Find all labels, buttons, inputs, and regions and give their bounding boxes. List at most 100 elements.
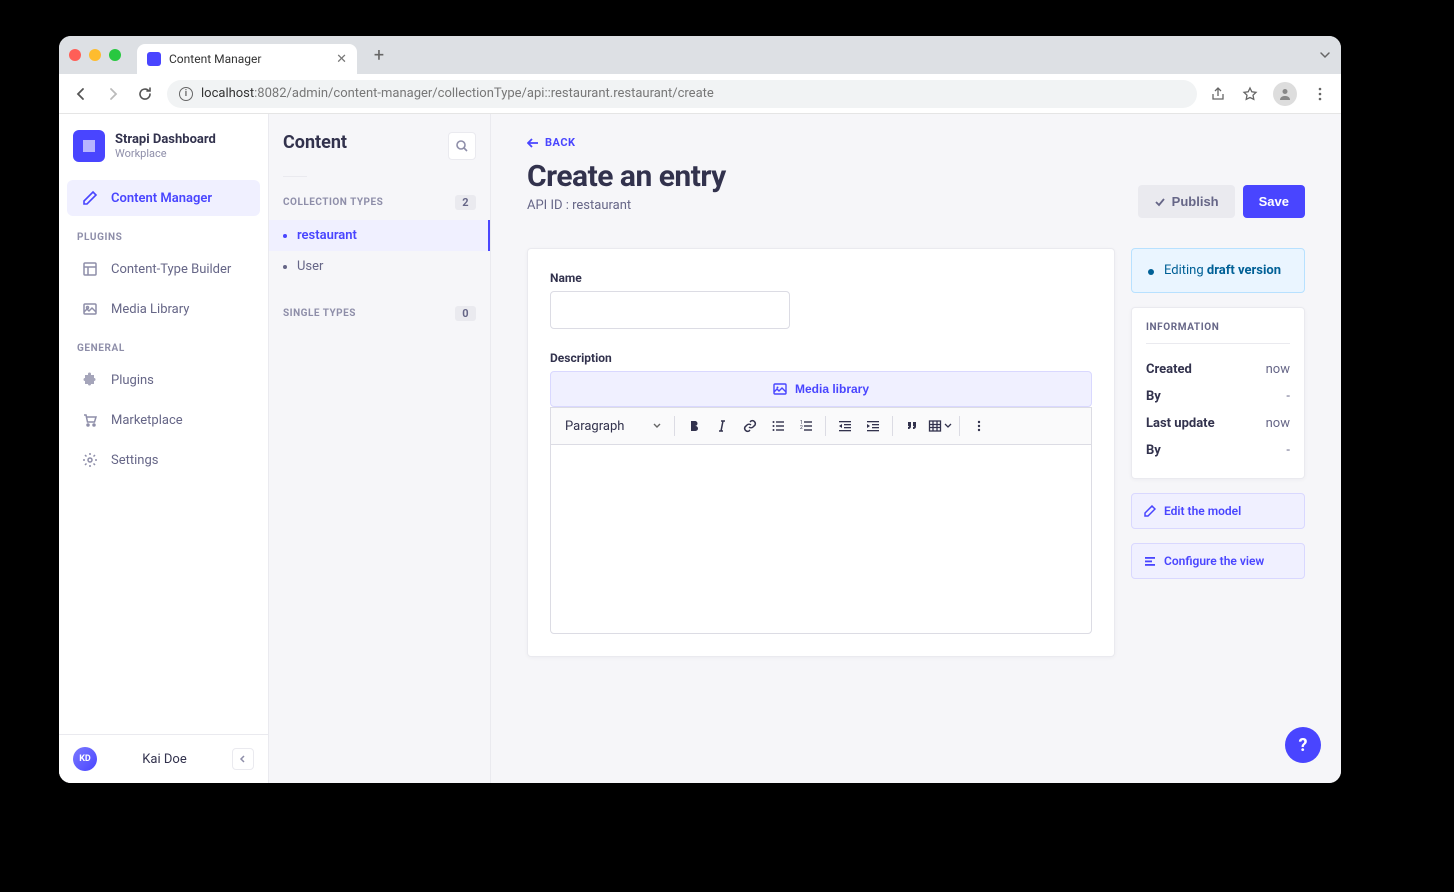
gear-icon (81, 451, 99, 469)
info-card: INFORMATION Creatednow By- Last updateno… (1131, 307, 1305, 479)
nav-plugins[interactable]: Plugins (67, 362, 260, 398)
editor-more-icon[interactable] (966, 413, 992, 439)
nav-forward-icon[interactable] (103, 84, 123, 104)
status-card: Editing draft version (1131, 248, 1305, 293)
user-name: Kai Doe (107, 752, 222, 767)
bullet-icon (283, 234, 287, 238)
name-label: Name (550, 271, 1092, 285)
status-dot-icon (1148, 269, 1154, 275)
back-link[interactable]: BACK (527, 136, 1305, 149)
bullet-icon (283, 265, 287, 269)
type-item-user[interactable]: User (269, 251, 490, 282)
paragraph-select[interactable]: Paragraph (559, 415, 668, 438)
sidebar-secondary: Content COLLECTION TYPES 2 restaurant Us… (269, 114, 491, 783)
nav-settings[interactable]: Settings (67, 442, 260, 478)
url-text: localhost:8082/admin/content-manager/col… (201, 86, 714, 101)
collection-types-header: COLLECTION TYPES 2 (283, 195, 476, 210)
info-row: By- (1146, 383, 1290, 410)
new-tab-button[interactable]: + (365, 41, 393, 69)
brand: Strapi Dashboard Workplace (59, 114, 268, 178)
plugins-section-label: PLUGINS (59, 218, 268, 249)
quote-icon[interactable] (899, 413, 925, 439)
cart-icon (81, 411, 99, 429)
outdent-icon[interactable] (832, 413, 858, 439)
name-input[interactable] (550, 291, 790, 329)
brand-subtitle: Workplace (115, 147, 216, 160)
image-icon (81, 300, 99, 318)
indent-icon[interactable] (860, 413, 886, 439)
separator (892, 416, 893, 436)
main-content: BACK Create an entry API ID : restaurant… (491, 114, 1341, 783)
configure-view-button[interactable]: Configure the view (1131, 543, 1305, 579)
tab-title: Content Manager (169, 52, 261, 66)
window-zoom[interactable] (109, 49, 121, 61)
nav-marketplace[interactable]: Marketplace (67, 402, 260, 438)
browser-tab[interactable]: Content Manager ✕ (137, 44, 357, 74)
help-button[interactable]: ? (1285, 727, 1321, 763)
content-panel-title: Content (283, 132, 347, 153)
single-count: 0 (455, 306, 476, 321)
sidebar-main: Strapi Dashboard Workplace Content Manag… (59, 114, 269, 783)
separator (825, 416, 826, 436)
tabs-menu-icon[interactable] (1319, 49, 1331, 61)
window-minimize[interactable] (89, 49, 101, 61)
nav-reload-icon[interactable] (135, 84, 155, 104)
pencil-icon (81, 189, 99, 207)
editor-toolbar: Paragraph 12 (550, 407, 1092, 444)
bold-icon[interactable] (681, 413, 707, 439)
info-row: By- (1146, 437, 1290, 464)
kebab-menu-icon[interactable] (1311, 85, 1329, 103)
window-close[interactable] (69, 49, 81, 61)
editor-textarea[interactable] (550, 444, 1092, 634)
form-card: Name Description Media library Paragraph (527, 248, 1115, 657)
italic-icon[interactable] (709, 413, 735, 439)
numbered-list-icon[interactable]: 12 (793, 413, 819, 439)
favicon-icon (147, 52, 161, 66)
sidebar-footer: KD Kai Doe (59, 734, 268, 783)
user-avatar[interactable]: KD (73, 747, 97, 771)
close-tab-icon[interactable]: ✕ (336, 52, 347, 67)
page-title: Create an entry (527, 159, 726, 194)
table-icon[interactable] (927, 413, 953, 439)
media-library-button[interactable]: Media library (550, 371, 1092, 407)
divider (283, 176, 307, 177)
url-bar: i localhost:8082/admin/content-manager/c… (59, 74, 1341, 114)
bullet-list-icon[interactable] (765, 413, 791, 439)
nav-back-icon[interactable] (71, 84, 91, 104)
edit-model-button[interactable]: Edit the model (1131, 493, 1305, 529)
api-id: API ID : restaurant (527, 198, 726, 213)
layout-icon (81, 260, 99, 278)
nav-media-library[interactable]: Media Library (67, 291, 260, 327)
nav-content-type-builder[interactable]: Content-Type Builder (67, 251, 260, 287)
share-icon[interactable] (1209, 85, 1227, 103)
link-icon[interactable] (737, 413, 763, 439)
browser-window: Content Manager ✕ + i localhost:8082/adm… (59, 36, 1341, 783)
info-header: INFORMATION (1146, 322, 1290, 344)
save-button[interactable]: Save (1243, 185, 1305, 218)
bookmark-icon[interactable] (1241, 85, 1259, 103)
separator (959, 416, 960, 436)
tab-bar: Content Manager ✕ + (59, 36, 1341, 74)
traffic-lights (69, 49, 121, 61)
svg-text:2: 2 (800, 425, 803, 431)
collapse-sidebar-button[interactable] (232, 748, 254, 770)
collection-count: 2 (455, 195, 476, 210)
single-types-header: SINGLE TYPES 0 (283, 306, 476, 321)
general-section-label: GENERAL (59, 329, 268, 360)
type-item-restaurant[interactable]: restaurant (269, 220, 490, 251)
publish-button[interactable]: Publish (1138, 185, 1235, 218)
search-button[interactable] (448, 132, 476, 160)
info-row: Creatednow (1146, 356, 1290, 383)
profile-avatar-icon[interactable] (1273, 82, 1297, 106)
nav-content-manager[interactable]: Content Manager (67, 180, 260, 216)
separator (674, 416, 675, 436)
logo-icon (73, 130, 105, 162)
site-info-icon[interactable]: i (179, 87, 193, 101)
url-field[interactable]: i localhost:8082/admin/content-manager/c… (167, 80, 1197, 108)
brand-title: Strapi Dashboard (115, 132, 216, 147)
status-text: Editing draft version (1164, 263, 1281, 278)
puzzle-icon (81, 371, 99, 389)
info-row: Last updatenow (1146, 410, 1290, 437)
description-label: Description (550, 351, 1092, 365)
app-body: Strapi Dashboard Workplace Content Manag… (59, 114, 1341, 783)
